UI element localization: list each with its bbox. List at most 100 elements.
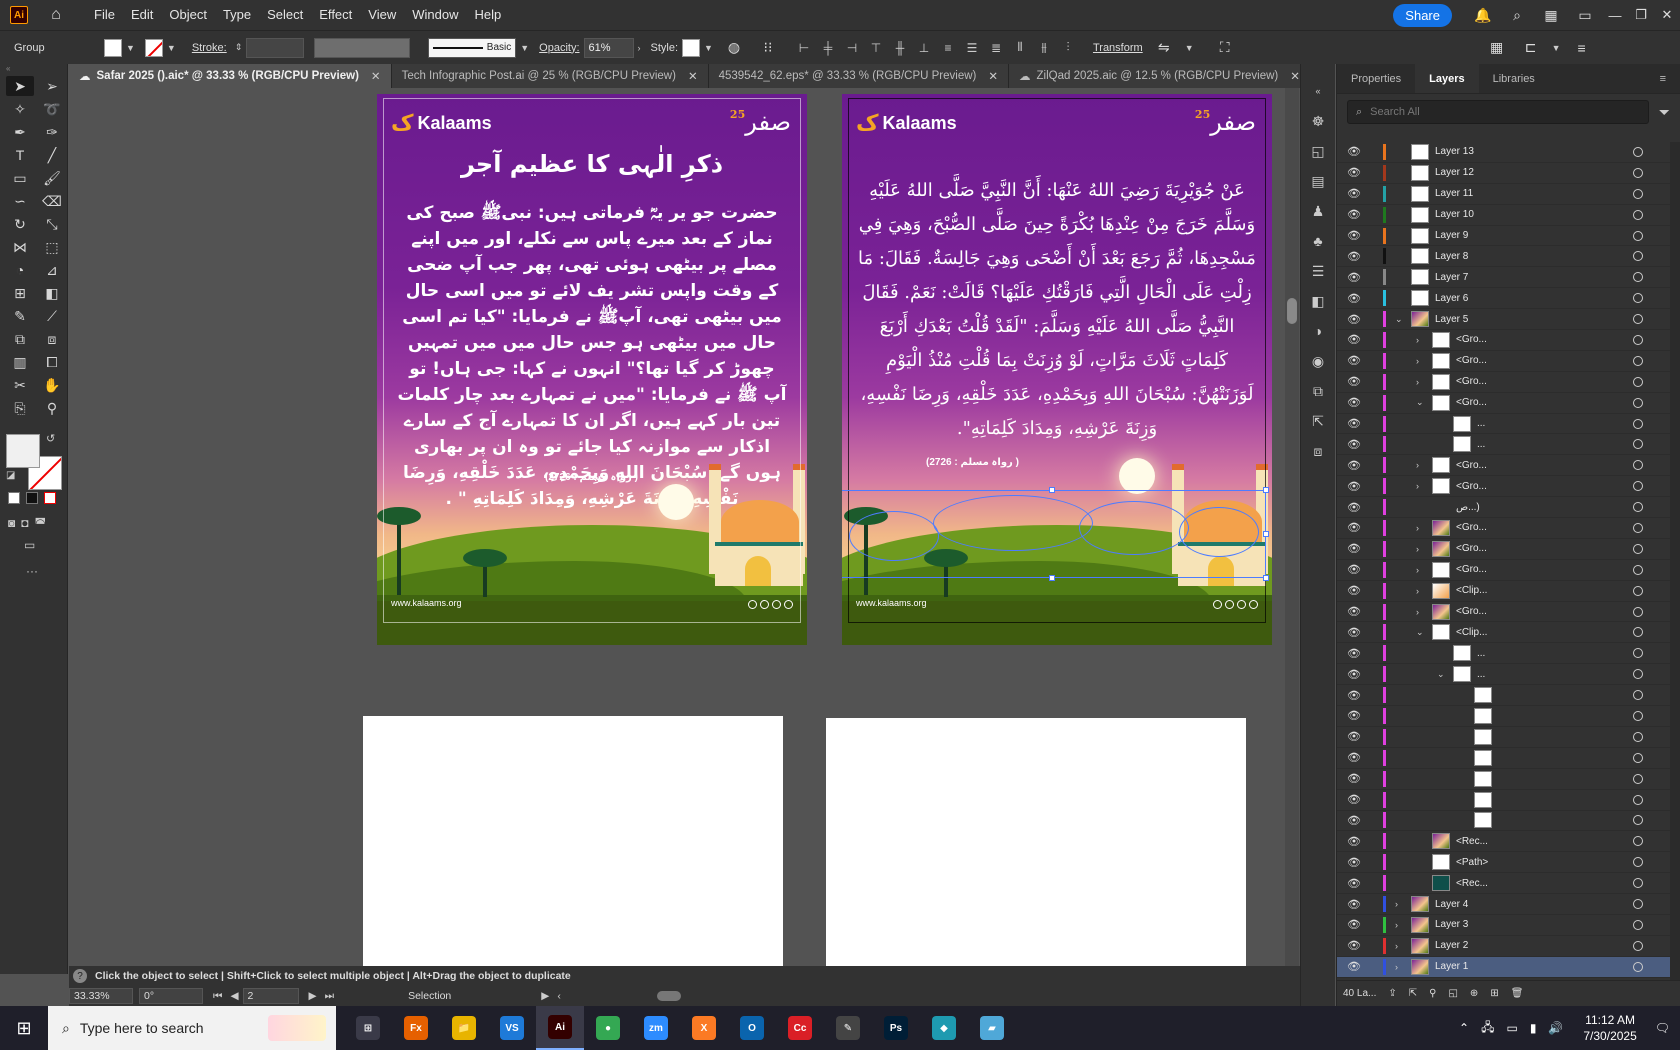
shape-builder-tool-icon[interactable]: ◔ xyxy=(6,260,34,280)
create-sublayer-icon[interactable]: ⊕ xyxy=(1470,988,1478,999)
rectangle-tool-icon[interactable]: ▭ xyxy=(6,168,34,188)
visibility-eye-icon[interactable]: 👁 xyxy=(1347,521,1361,534)
hand-tool-icon[interactable]: ✋ xyxy=(38,375,66,395)
visibility-eye-icon[interactable]: 👁 xyxy=(1347,772,1361,785)
artboard-1[interactable]: ک Kalaams صفر25 ذکرِ الٰہی کا عظیم آجر حض… xyxy=(377,94,807,645)
layer-row[interactable]: 👁 <Path> xyxy=(1337,852,1680,874)
next-artboard-icon[interactable]: ▶ xyxy=(309,990,317,1002)
edit-toolbar-icon[interactable]: ··· xyxy=(26,564,38,578)
appearance-panel-icon[interactable]: ☸ xyxy=(1307,110,1329,132)
visibility-eye-icon[interactable]: 👁 xyxy=(1347,689,1361,702)
visibility-eye-icon[interactable]: 👁 xyxy=(1347,187,1361,200)
expand-arrow-icon[interactable]: › xyxy=(1416,544,1426,554)
panel-menu-icon[interactable]: ≡ xyxy=(1571,37,1593,59)
layer-row[interactable]: 👁 Layer 6 xyxy=(1337,288,1680,310)
layer-row[interactable]: 👁... xyxy=(1337,414,1680,435)
width-tool-icon[interactable]: ⋈ xyxy=(6,237,34,257)
expand-arrow-icon[interactable]: › xyxy=(1416,335,1426,345)
taskbar-creative-cloud[interactable]: Cc xyxy=(776,1006,824,1050)
target-circle-icon[interactable] xyxy=(1633,355,1643,366)
visibility-eye-icon[interactable]: 👁 xyxy=(1347,647,1361,660)
export-icon[interactable]: ⇱ xyxy=(1409,988,1417,999)
menu-window[interactable]: Window xyxy=(404,0,466,30)
visibility-eye-icon[interactable]: 👁 xyxy=(1347,333,1361,346)
visibility-eye-icon[interactable]: 👁 xyxy=(1347,459,1361,472)
layer-row[interactable]: 👁 Layer 10 xyxy=(1337,205,1680,226)
artboards-panel-icon[interactable]: ⧉ xyxy=(1307,380,1329,402)
menu-select[interactable]: Select xyxy=(259,0,311,30)
clock[interactable]: 11:12 AM 7/30/2025 xyxy=(1583,1012,1636,1044)
scrollbar-thumb[interactable] xyxy=(1287,298,1297,324)
target-circle-icon[interactable] xyxy=(1633,418,1643,429)
visibility-eye-icon[interactable]: 👁 xyxy=(1347,208,1361,221)
layer-row[interactable]: 👁 ⌄ <Gro... xyxy=(1337,393,1680,414)
search-icon[interactable]: ⌕ xyxy=(1506,4,1528,26)
visibility-eye-icon[interactable]: 👁 xyxy=(1347,584,1361,597)
distribute-left-icon[interactable]: ⫴ xyxy=(1011,39,1029,57)
expand-arrow-icon[interactable]: › xyxy=(1416,607,1426,617)
windows-start-icon[interactable]: ⊞ xyxy=(0,1006,48,1050)
visibility-eye-icon[interactable]: 👁 xyxy=(1347,542,1361,555)
layer-row[interactable]: 👁... xyxy=(1337,643,1680,665)
gradient-panel-icon[interactable]: ◧ xyxy=(1307,290,1329,312)
visibility-eye-icon[interactable]: 👁 xyxy=(1347,793,1361,806)
default-fill-stroke-icon[interactable]: ◪ xyxy=(6,470,15,481)
horizontal-scrollbar-thumb[interactable] xyxy=(656,991,681,1001)
mesh-tool-icon[interactable]: ⊞ xyxy=(6,283,34,303)
target-circle-icon[interactable] xyxy=(1633,564,1643,575)
target-circle-icon[interactable] xyxy=(1633,836,1643,847)
tab-4539542[interactable]: 4539542_62.eps* @ 33.33 % (RGB/CPU Previ… xyxy=(708,64,1009,88)
menu-effect[interactable]: Effect xyxy=(311,0,360,30)
visibility-eye-icon[interactable]: 👁 xyxy=(1347,730,1361,743)
taskbar-search-input[interactable]: ⌕ Type here to search xyxy=(48,1006,336,1050)
expand-arrow-icon[interactable]: › xyxy=(1416,356,1426,366)
visibility-eye-icon[interactable]: 👁 xyxy=(1347,438,1361,451)
layer-row[interactable]: 👁 xyxy=(1337,790,1680,811)
target-circle-icon[interactable] xyxy=(1633,230,1643,241)
color-guide-panel-icon[interactable]: ◉ xyxy=(1307,350,1329,372)
layer-row[interactable]: 👁 › <Clip... xyxy=(1337,581,1680,602)
taskbar-photoshop[interactable]: Ps xyxy=(872,1006,920,1050)
distribute-top-icon[interactable]: ≡ xyxy=(939,39,957,57)
type-tool-icon[interactable]: T xyxy=(6,145,34,165)
image-trace-panel-icon[interactable]: ◱ xyxy=(1307,140,1329,162)
visibility-eye-icon[interactable]: 👁 xyxy=(1347,145,1361,158)
paintbrush-tool-icon[interactable]: 🖌 xyxy=(38,168,66,188)
target-circle-icon[interactable] xyxy=(1633,167,1643,178)
visibility-eye-icon[interactable]: 👁 xyxy=(1347,313,1361,326)
taskbar-outlook[interactable]: O xyxy=(728,1006,776,1050)
visibility-eye-icon[interactable]: 👁 xyxy=(1347,354,1361,367)
target-circle-icon[interactable] xyxy=(1633,794,1643,805)
canvas-vertical-scrollbar[interactable] xyxy=(1285,88,1299,966)
visibility-eye-icon[interactable]: 👁 xyxy=(1347,396,1361,409)
close-tab-icon[interactable]: ✕ xyxy=(988,69,998,83)
zoom-tool-icon[interactable]: ⚲ xyxy=(38,398,66,418)
target-circle-icon[interactable] xyxy=(1633,502,1643,513)
taskbar-inkscape[interactable]: ✎ xyxy=(824,1006,872,1050)
tab-tech-infographic[interactable]: Tech Infographic Post.ai @ 25 % (RGB/CPU… xyxy=(391,64,709,88)
taskbar-chrome[interactable]: ● xyxy=(584,1006,632,1050)
home-icon[interactable]: ⌂ xyxy=(46,5,66,25)
isolate-group-icon[interactable]: ⛶ xyxy=(1214,37,1236,59)
print-tiling-tool-icon[interactable]: ⎘ xyxy=(6,398,34,418)
align-vcenter-icon[interactable]: ╫ xyxy=(891,39,909,57)
tab-layers[interactable]: Layers xyxy=(1415,64,1479,93)
pathfinder-panel-icon[interactable]: ⧈ xyxy=(1307,440,1329,462)
layer-row[interactable]: 👁 Layer 7 xyxy=(1337,267,1680,289)
graphic-style-swatch[interactable] xyxy=(682,38,701,57)
properties-toggle-icon[interactable]: ⊏ xyxy=(1520,37,1542,59)
opacity-label[interactable]: Opacity: xyxy=(539,42,579,54)
visibility-eye-icon[interactable]: 👁 xyxy=(1347,292,1361,305)
visibility-eye-icon[interactable]: 👁 xyxy=(1347,626,1361,639)
taskbar-app-tile[interactable]: ▰ xyxy=(968,1006,1016,1050)
target-circle-icon[interactable] xyxy=(1633,439,1643,450)
brush-dropdown-icon[interactable]: ▼ xyxy=(520,43,529,53)
target-circle-icon[interactable] xyxy=(1633,376,1643,387)
visibility-eye-icon[interactable]: 👁 xyxy=(1347,480,1361,493)
delete-layer-icon[interactable]: 🗑 xyxy=(1511,988,1524,999)
artboard-3[interactable] xyxy=(363,716,783,966)
target-circle-icon[interactable] xyxy=(1633,710,1643,721)
layer-row[interactable]: 👁 › Layer 4 xyxy=(1337,894,1680,915)
volume-icon[interactable]: 🔊 xyxy=(1548,1021,1563,1035)
flip-icon[interactable]: ⇋ xyxy=(1153,37,1175,59)
